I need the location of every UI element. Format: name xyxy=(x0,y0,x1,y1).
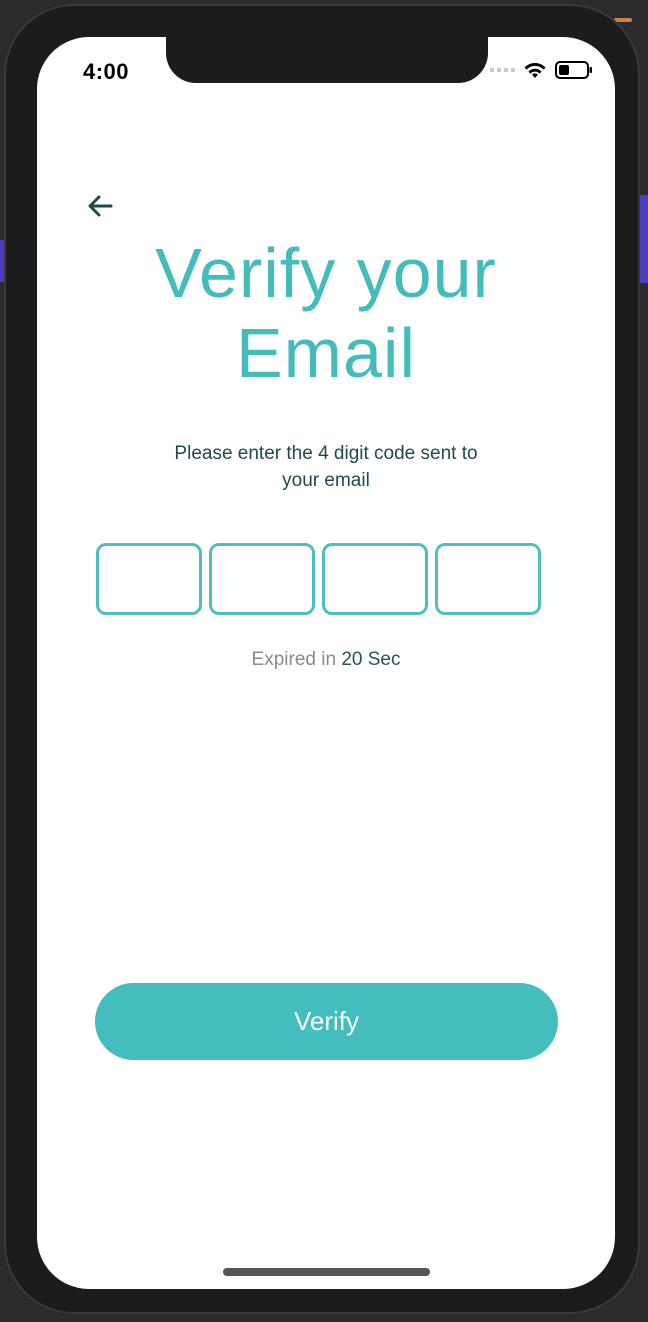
cellular-signal-icon xyxy=(490,68,515,72)
code-digit-input-4[interactable] xyxy=(435,543,541,615)
code-input-group xyxy=(96,543,541,615)
timer-value: 20 Sec xyxy=(341,649,401,670)
back-button[interactable] xyxy=(83,189,117,223)
page-title-line: Verify your xyxy=(155,234,497,312)
verify-button[interactable]: Verify xyxy=(95,983,558,1060)
battery-icon xyxy=(555,61,592,79)
status-time: 4:00 xyxy=(83,59,130,84)
code-digit-input-3[interactable] xyxy=(322,543,428,615)
phone-frame: 4:00 Verify your Email Please enter the … xyxy=(4,4,640,1314)
home-indicator[interactable] xyxy=(223,1268,430,1276)
expiry-timer: Expired in 20 Sec xyxy=(37,649,615,671)
wifi-icon xyxy=(524,63,546,78)
page-title-line: Email xyxy=(235,314,417,392)
code-digit-input-2[interactable] xyxy=(209,543,315,615)
instruction-text: Please enter the 4 digit code sent to yo… xyxy=(137,440,515,494)
timer-label: Expired in xyxy=(251,649,342,670)
status-icons xyxy=(490,61,593,79)
notch xyxy=(166,37,488,83)
page-title: Verify your Email xyxy=(37,233,615,393)
code-digit-input-1[interactable] xyxy=(96,543,202,615)
instruction-line: your email xyxy=(282,470,370,491)
arrow-left-icon xyxy=(88,195,113,217)
app-screen: 4:00 Verify your Email Please enter the … xyxy=(37,37,615,1289)
instruction-line: Please enter the 4 digit code sent to xyxy=(174,443,478,464)
